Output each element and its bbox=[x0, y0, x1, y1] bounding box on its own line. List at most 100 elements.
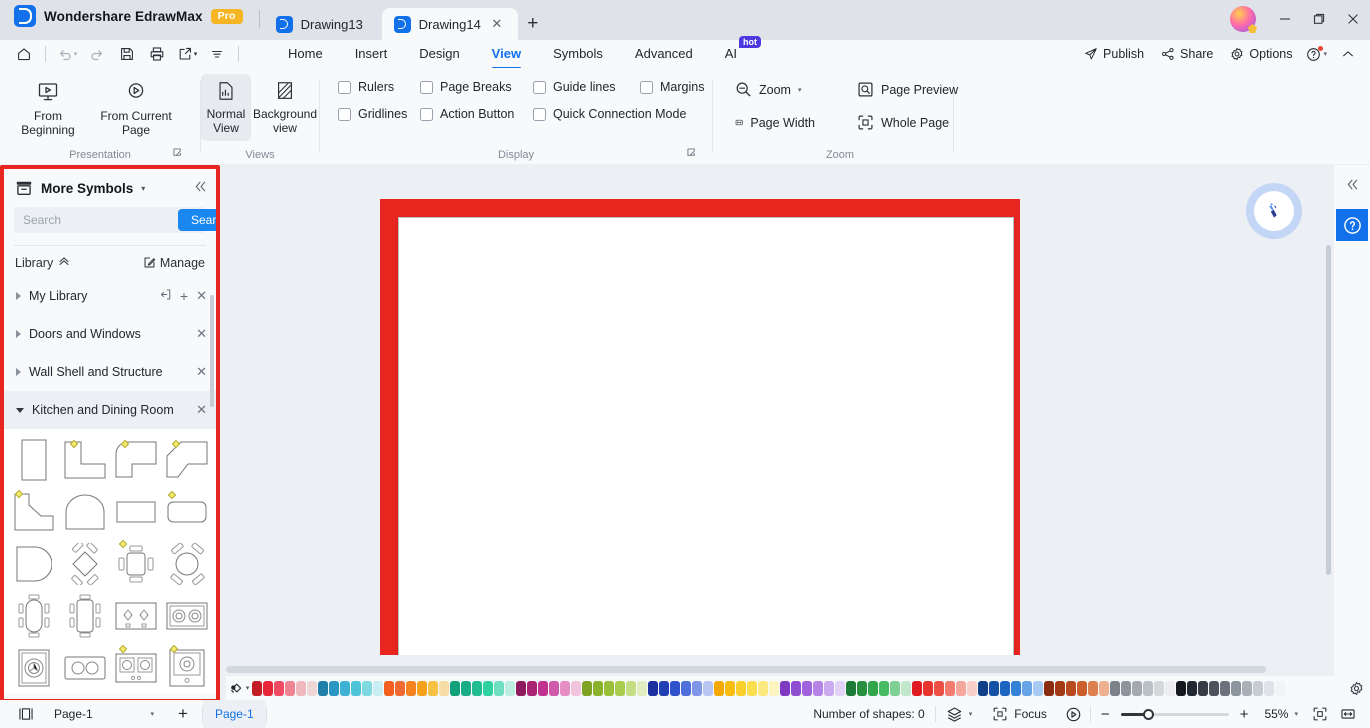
color-swatch[interactable] bbox=[263, 680, 273, 696]
color-swatch[interactable] bbox=[879, 680, 889, 696]
checkbox-box[interactable] bbox=[640, 80, 653, 94]
checkbox-rulers[interactable]: Rulers bbox=[332, 78, 414, 96]
color-swatch[interactable] bbox=[395, 680, 405, 696]
close-icon[interactable]: ✕ bbox=[196, 288, 207, 304]
symbol-l-shape-rounded-counter[interactable] bbox=[110, 435, 161, 485]
manage-button[interactable]: Manage bbox=[143, 256, 205, 270]
symbol-double-sink[interactable] bbox=[59, 643, 110, 693]
close-icon[interactable]: ✕ bbox=[489, 16, 505, 32]
focus-button[interactable]: Focus bbox=[982, 706, 1057, 722]
color-swatch[interactable] bbox=[505, 680, 515, 696]
help-button-rail[interactable] bbox=[1336, 209, 1368, 241]
canvas-vertical-scrollbar[interactable] bbox=[1326, 245, 1331, 575]
color-swatch[interactable] bbox=[1264, 680, 1274, 696]
symbol-round-table-4-chairs[interactable] bbox=[161, 539, 212, 589]
color-swatch[interactable] bbox=[439, 680, 449, 696]
double-chevron-up-icon[interactable] bbox=[58, 255, 70, 270]
library-scrollbar[interactable] bbox=[210, 295, 214, 407]
color-swatch[interactable] bbox=[494, 680, 504, 696]
symbol-two-burner-cooktop[interactable] bbox=[110, 591, 161, 641]
chevron-right-icon[interactable] bbox=[16, 330, 21, 338]
checkbox-action-button[interactable]: Action Button bbox=[414, 105, 527, 123]
checkbox-page-breaks[interactable]: Page Breaks bbox=[414, 78, 527, 96]
color-swatch[interactable] bbox=[538, 680, 548, 696]
color-swatch[interactable] bbox=[1154, 680, 1164, 696]
redo-icon[interactable] bbox=[83, 42, 111, 66]
color-swatch[interactable] bbox=[890, 680, 900, 696]
color-swatch[interactable] bbox=[428, 680, 438, 696]
checkbox-gridlines[interactable]: Gridlines bbox=[332, 105, 414, 123]
color-swatch[interactable] bbox=[945, 680, 955, 696]
symbol-arched-counter[interactable] bbox=[59, 487, 110, 537]
symbol-gas-cooktop[interactable] bbox=[110, 643, 161, 693]
color-swatch[interactable] bbox=[417, 680, 427, 696]
symbol-double-coil-stove[interactable] bbox=[161, 591, 212, 641]
plus-icon[interactable]: + bbox=[180, 289, 188, 303]
color-swatch[interactable] bbox=[373, 680, 383, 696]
checkbox-box[interactable] bbox=[338, 80, 351, 94]
zoom-level[interactable]: 55% ▾ bbox=[1258, 707, 1304, 721]
color-swatch[interactable] bbox=[714, 680, 724, 696]
color-swatch[interactable] bbox=[351, 680, 361, 696]
view-mode-button[interactable] bbox=[0, 706, 44, 722]
save-icon[interactable] bbox=[113, 42, 141, 66]
whole-page-button[interactable]: Whole Page bbox=[849, 111, 957, 134]
undo-icon[interactable]: ▾ bbox=[53, 42, 81, 66]
color-swatch[interactable] bbox=[560, 680, 570, 696]
tab-symbols[interactable]: Symbols bbox=[537, 42, 619, 67]
checkbox-box[interactable] bbox=[533, 107, 546, 121]
symbol-washing-machine[interactable] bbox=[8, 643, 59, 693]
collapse-ribbon-button[interactable] bbox=[1334, 44, 1362, 64]
import-icon[interactable] bbox=[159, 288, 172, 304]
fit-page-button[interactable] bbox=[1304, 706, 1336, 722]
color-swatch[interactable] bbox=[329, 680, 339, 696]
color-swatch[interactable] bbox=[461, 680, 471, 696]
dialog-launcher-icon[interactable] bbox=[687, 148, 698, 162]
dialog-launcher-icon[interactable] bbox=[173, 148, 184, 162]
color-swatch[interactable] bbox=[1143, 680, 1153, 696]
color-swatch[interactable] bbox=[274, 680, 284, 696]
color-swatch[interactable] bbox=[758, 680, 768, 696]
color-swatch[interactable] bbox=[1121, 680, 1131, 696]
library-category-my-library[interactable]: My Library + ✕ bbox=[4, 277, 216, 315]
search-input[interactable] bbox=[23, 213, 178, 227]
document-tab-drawing13[interactable]: Drawing13 bbox=[264, 8, 382, 40]
fill-color-button[interactable]: ▾ bbox=[226, 681, 252, 696]
checkbox-box[interactable] bbox=[420, 80, 433, 94]
color-swatch[interactable] bbox=[703, 680, 713, 696]
color-swatch[interactable] bbox=[615, 680, 625, 696]
color-swatch[interactable] bbox=[318, 680, 328, 696]
color-swatch[interactable] bbox=[637, 680, 647, 696]
chevron-down-icon[interactable]: ▾ bbox=[1294, 710, 1298, 718]
color-swatch[interactable] bbox=[1011, 680, 1021, 696]
color-swatch[interactable] bbox=[681, 680, 691, 696]
color-swatch[interactable] bbox=[791, 680, 801, 696]
color-swatch[interactable] bbox=[956, 680, 966, 696]
symbol-angled-corner-counter[interactable] bbox=[8, 487, 59, 537]
color-swatch[interactable] bbox=[1275, 680, 1285, 696]
color-swatch[interactable] bbox=[1055, 680, 1065, 696]
color-swatch[interactable] bbox=[802, 680, 812, 696]
color-swatch[interactable] bbox=[472, 680, 482, 696]
color-swatch[interactable] bbox=[725, 680, 735, 696]
symbol-rectangle-counter[interactable] bbox=[8, 435, 59, 485]
symbol-quarter-round-counter[interactable] bbox=[8, 539, 59, 589]
checkbox-box[interactable] bbox=[338, 107, 351, 121]
symbol-diamond-table-4-chairs[interactable] bbox=[59, 539, 110, 589]
normal-view-button[interactable]: Normal View bbox=[201, 74, 251, 141]
publish-button[interactable]: Publish bbox=[1077, 44, 1151, 64]
color-swatch[interactable] bbox=[1220, 680, 1230, 696]
symbol-square-table-4-chairs[interactable] bbox=[110, 539, 161, 589]
add-page-button[interactable]: + bbox=[164, 704, 202, 724]
close-icon[interactable]: ✕ bbox=[196, 402, 207, 418]
tab-design[interactable]: Design bbox=[403, 42, 475, 67]
color-swatch[interactable] bbox=[1022, 680, 1032, 696]
from-beginning-button[interactable]: From Beginning bbox=[8, 74, 88, 143]
options-button[interactable]: Options bbox=[1223, 44, 1299, 64]
drawing-page[interactable] bbox=[398, 217, 1014, 655]
color-swatch[interactable] bbox=[747, 680, 757, 696]
zoom-slider-track[interactable] bbox=[1120, 708, 1229, 720]
color-swatch[interactable] bbox=[967, 680, 977, 696]
color-swatch[interactable] bbox=[1077, 680, 1087, 696]
color-swatch[interactable] bbox=[1187, 680, 1197, 696]
